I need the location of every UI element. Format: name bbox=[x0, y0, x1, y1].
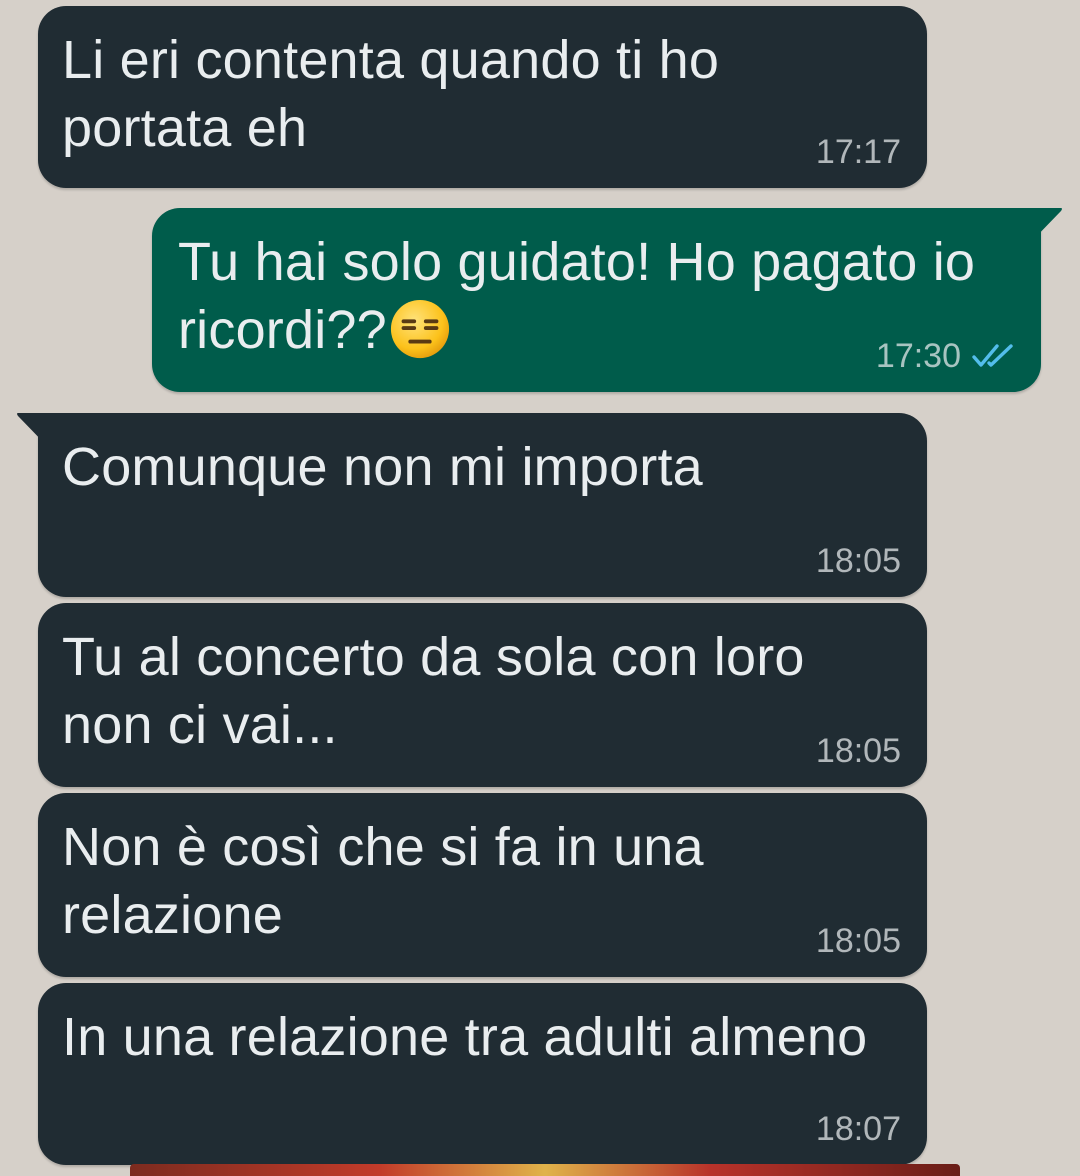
message-bubble-incoming[interactable]: Comunque non mi importa 18:05 bbox=[17, 413, 927, 597]
message-text: Comunque non mi importa bbox=[62, 437, 703, 497]
message-time: 18:07 bbox=[815, 1110, 901, 1148]
message-meta: 18:05 bbox=[816, 731, 901, 771]
message-time: 18:05 bbox=[815, 922, 901, 960]
message-text: Li eri contenta quando ti ho portata eh bbox=[62, 30, 720, 158]
message-bubble-incoming[interactable]: In una relazione tra adulti almeno 18:07 bbox=[38, 983, 927, 1165]
message-text: Non è così che si fa in una relazione bbox=[62, 817, 704, 945]
message-bubble-incoming[interactable]: Li eri contenta quando ti ho portata eh … bbox=[38, 6, 927, 188]
message-meta: 18:07 bbox=[816, 1109, 901, 1149]
message-meta: 18:05 bbox=[816, 541, 901, 581]
message-meta: 17:17 bbox=[816, 132, 901, 172]
message-time: 18:05 bbox=[815, 542, 901, 580]
message-bubble-incoming[interactable]: Non è così che si fa in una relazione 18… bbox=[38, 793, 927, 977]
message-text: Tu al concerto da sola con loro non ci v… bbox=[62, 627, 805, 755]
bubble-tail bbox=[1023, 208, 1062, 242]
message-bubble-incoming[interactable]: Tu al concerto da sola con loro non ci v… bbox=[38, 603, 927, 787]
message-time: 18:05 bbox=[815, 732, 901, 770]
message-meta: 17:30 bbox=[876, 336, 1015, 376]
expressionless-face-emoji-icon bbox=[390, 299, 449, 359]
message-text: In una relazione tra adulti almeno bbox=[62, 1007, 868, 1067]
message-text-content: Tu hai solo guidato! Ho pagato io ricord… bbox=[178, 232, 976, 360]
chat-conversation[interactable]: Li eri contenta quando ti ho portata eh … bbox=[0, 0, 1080, 1176]
message-time: 17:17 bbox=[815, 133, 901, 171]
message-meta: 18:05 bbox=[816, 921, 901, 961]
message-bubble-outgoing[interactable]: Tu hai solo guidato! Ho pagato io ricord… bbox=[152, 208, 1062, 392]
message-time: 17:30 bbox=[875, 337, 961, 375]
wallpaper-decoration bbox=[130, 1164, 960, 1176]
double-check-read-icon bbox=[972, 344, 1013, 367]
bubble-tail bbox=[17, 413, 56, 447]
